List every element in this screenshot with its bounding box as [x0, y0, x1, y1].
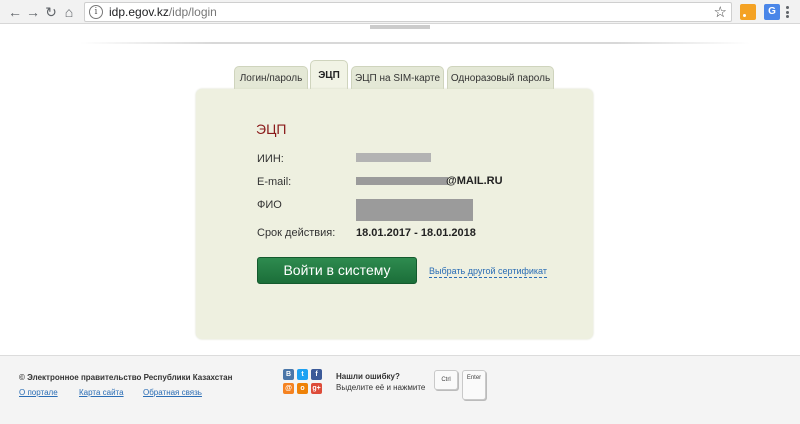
url-text: idp.egov.kz/idp/login — [109, 5, 217, 19]
validity-label: Срок действия: — [257, 227, 336, 239]
facebook-icon[interactable]: f — [311, 369, 322, 380]
iin-label: ИИН: — [257, 153, 284, 165]
login-button[interactable]: Войти в систему — [257, 257, 417, 284]
copyright-text: © Электронное правительство Республики К… — [19, 373, 233, 382]
page-footer: © Электронное правительство Республики К… — [0, 355, 800, 424]
footer-link-sitemap[interactable]: Карта сайта — [79, 388, 124, 397]
twitter-icon[interactable]: t — [297, 369, 308, 380]
tab-eds[interactable]: ЭЦП — [310, 60, 348, 90]
home-icon[interactable]: ⌂ — [60, 3, 78, 21]
footer-link-about[interactable]: О портале — [19, 388, 58, 397]
page-header-fragment — [370, 25, 430, 29]
url-host: idp.egov.kz — [109, 5, 169, 19]
tab-one-time-password[interactable]: Одноразовый пароль — [447, 66, 554, 90]
browser-menu-icon[interactable] — [786, 4, 790, 20]
email-label: E-mail: — [257, 176, 292, 188]
fio-label: ФИО — [257, 199, 282, 211]
browser-toolbar: ← → ↻ ⌂ i idp.egov.kz/idp/login ☆ G — [0, 0, 800, 24]
ctrl-key-icon: Ctrl — [434, 370, 458, 390]
back-arrow-icon[interactable]: ← — [6, 3, 24, 21]
iin-value-redacted — [356, 153, 431, 162]
odnoklassniki-icon[interactable]: o — [297, 383, 308, 394]
tab-eds-sim[interactable]: ЭЦП на SIM-карте — [351, 66, 444, 90]
translate-icon[interactable]: G — [764, 4, 780, 20]
panel-title: ЭЦП — [256, 121, 287, 137]
validity-value: 18.01.2017 - 18.01.2018 — [356, 227, 476, 239]
forward-arrow-icon[interactable]: → — [24, 3, 42, 21]
vk-icon[interactable]: B — [283, 369, 294, 380]
choose-another-certificate-link[interactable]: Выбрать другой сертификат — [429, 266, 547, 278]
mail-ru-icon[interactable]: @ — [283, 383, 294, 394]
tab-login-password[interactable]: Логин/пароль — [234, 66, 308, 90]
reload-icon[interactable]: ↻ — [42, 3, 60, 21]
fio-value-redacted — [356, 199, 473, 221]
bookmark-star-icon[interactable]: ☆ — [714, 3, 727, 21]
rss-icon[interactable] — [740, 4, 756, 20]
found-error-text: Выделите её и нажмите — [336, 383, 426, 392]
google-plus-icon[interactable]: g+ — [311, 383, 322, 394]
email-value-redacted — [356, 177, 448, 185]
header-divider — [80, 42, 750, 44]
found-error-title: Нашли ошибку? — [336, 372, 400, 381]
address-bar[interactable]: i idp.egov.kz/idp/login ☆ — [84, 2, 732, 22]
enter-key-icon: Enter — [462, 370, 486, 400]
site-info-icon[interactable]: i — [89, 5, 103, 19]
footer-link-feedback[interactable]: Обратная связь — [143, 388, 202, 397]
eds-login-panel: ЭЦП ИИН: E-mail: @MAIL.RU ФИО Срок дейст… — [196, 89, 593, 339]
email-domain: @MAIL.RU — [446, 175, 503, 187]
url-path: /idp/login — [168, 5, 217, 19]
